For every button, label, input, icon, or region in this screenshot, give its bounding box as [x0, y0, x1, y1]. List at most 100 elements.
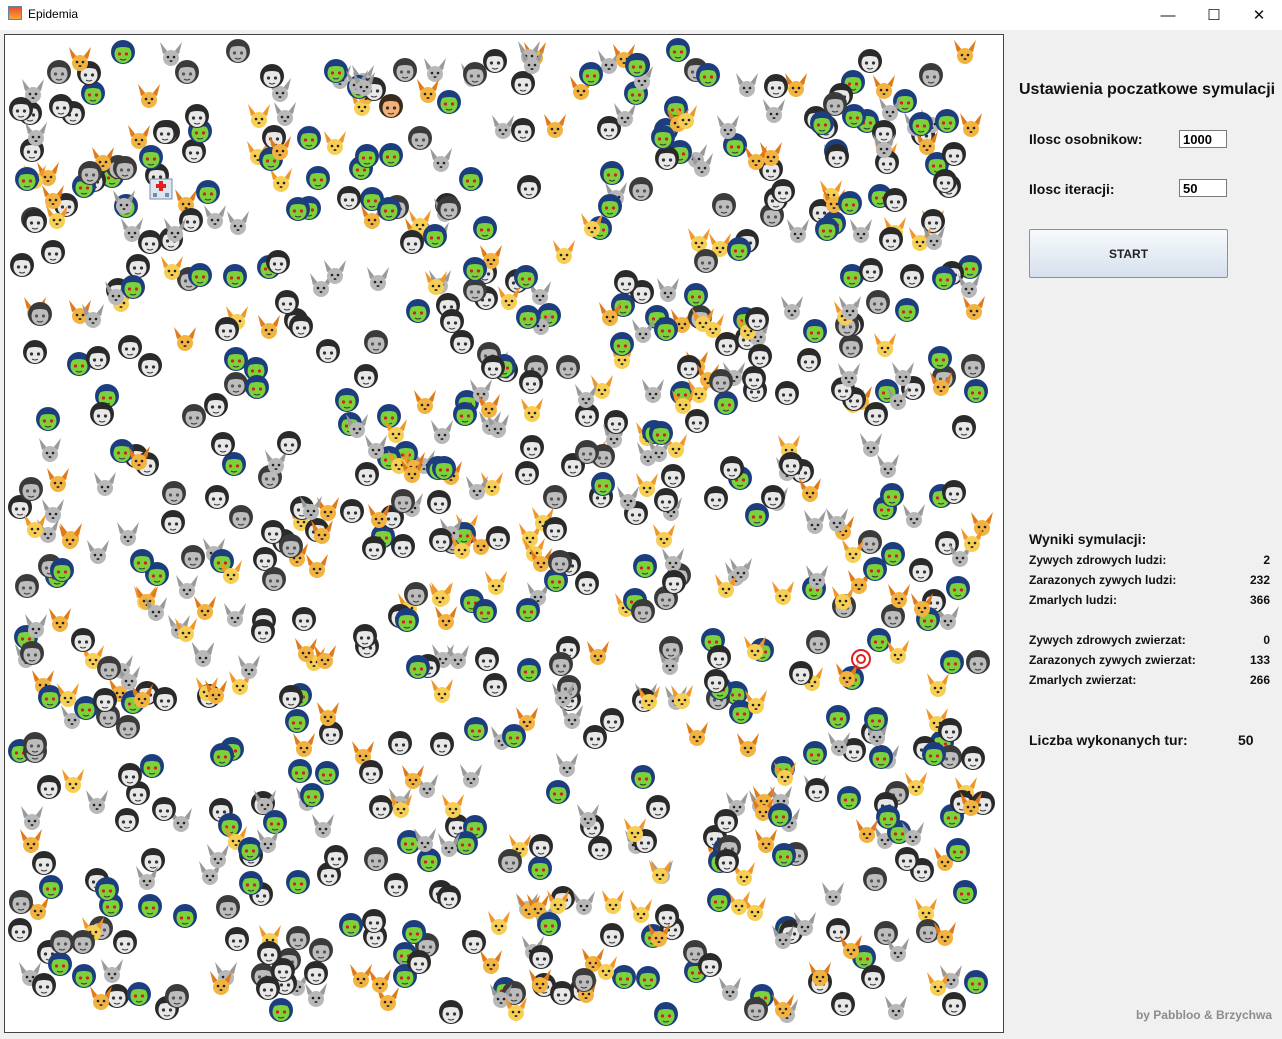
dead-animal-icon — [760, 97, 788, 125]
healthy-person-icon — [382, 870, 410, 898]
dead-animal-icon — [489, 113, 517, 141]
healthy-person-icon — [702, 666, 730, 694]
infected-person-icon — [631, 551, 659, 579]
healthy-person-icon — [527, 942, 555, 970]
dead-person-icon — [692, 246, 720, 274]
dead-animal-icon — [553, 751, 581, 779]
infected-person-icon — [243, 372, 271, 400]
infected-animal-icon — [44, 466, 72, 494]
infected-animal-icon — [584, 639, 612, 667]
infected-person-icon — [136, 891, 164, 919]
minimize-button[interactable]: — — [1145, 0, 1191, 30]
healthy-person-icon — [857, 255, 885, 283]
healthy-animal-icon — [712, 572, 740, 600]
infected-person-icon — [862, 704, 890, 732]
infected-person-icon — [186, 260, 214, 288]
maximize-button[interactable]: ☐ — [1191, 0, 1237, 30]
healthy-person-icon — [718, 453, 746, 481]
hospital-icon — [147, 173, 175, 201]
close-button[interactable]: ✕ — [1236, 0, 1282, 30]
infected-animal-icon — [782, 71, 810, 99]
dead-animal-icon — [847, 217, 875, 245]
dead-animal-icon — [572, 382, 600, 410]
healthy-animal-icon — [741, 634, 769, 662]
infected-animal-icon — [837, 933, 865, 961]
dead-person-icon — [180, 401, 208, 429]
dead-animal-icon — [201, 203, 229, 231]
infected-person-icon — [471, 596, 499, 624]
healthy-animal-icon — [518, 396, 546, 424]
infected-person-icon — [861, 554, 889, 582]
infected-person-icon — [222, 344, 250, 372]
infected-person-icon — [377, 140, 405, 168]
healthy-person-icon — [183, 101, 211, 129]
dead-animal-icon — [321, 258, 349, 286]
dead-animal-icon — [688, 151, 716, 179]
dead-animal-icon — [791, 910, 819, 938]
dead-person-icon — [917, 60, 945, 88]
infected-person-icon — [283, 706, 311, 734]
healthy-person-icon — [338, 496, 366, 524]
turns-value: 50 — [1238, 732, 1254, 748]
dead-animal-icon — [457, 762, 485, 790]
infected-person-icon — [221, 261, 249, 289]
dead-animal-icon — [611, 101, 639, 129]
dead-person-icon — [163, 981, 191, 1009]
infected-person-icon — [400, 917, 428, 945]
dead-animal-icon — [549, 681, 577, 709]
iterations-field[interactable] — [1179, 179, 1227, 197]
dead-animal-icon — [254, 827, 282, 855]
dead-animal-icon — [98, 957, 126, 985]
dead-animal-icon — [22, 120, 50, 148]
healthy-person-icon — [598, 705, 626, 733]
healthy-animal-icon — [599, 888, 627, 916]
infected-person-icon — [652, 314, 680, 342]
infected-person-icon — [435, 87, 463, 115]
start-button[interactable]: START — [1029, 229, 1228, 278]
infected-animal-icon — [255, 313, 283, 341]
healthy-person-icon — [437, 997, 465, 1025]
healthy-person-icon — [527, 831, 555, 859]
healthy-animal-icon — [689, 306, 717, 334]
infected-person-icon — [295, 123, 323, 151]
healthy-animal-icon — [217, 558, 245, 586]
dead-person-icon — [214, 892, 242, 920]
dead-animal-icon — [221, 601, 249, 629]
dead-person-icon — [496, 846, 524, 874]
dead-animal-icon — [83, 788, 111, 816]
infected-animal-icon — [645, 921, 673, 949]
healthy-person-icon — [950, 412, 978, 440]
dead-person-icon — [546, 547, 574, 575]
healthy-person-icon — [425, 487, 453, 515]
infected-person-icon — [298, 780, 326, 808]
infected-animal-icon — [411, 388, 439, 416]
healthy-animal-icon — [387, 792, 415, 820]
infected-person-icon — [93, 874, 121, 902]
healthy-person-icon — [150, 794, 178, 822]
settings-title: Ustawienia poczatkowe symulacji — [1019, 81, 1276, 98]
infected-animal-icon — [931, 920, 959, 948]
healthy-person-icon — [389, 531, 417, 559]
healthy-animals-value: 0 — [1263, 633, 1270, 647]
infected-animal-icon — [960, 294, 988, 322]
healthy-person-icon — [598, 920, 626, 948]
dead-person-icon — [76, 158, 104, 186]
healthy-person-icon — [203, 482, 231, 510]
dead-animal-icon — [825, 730, 853, 758]
dead-animal-icon — [882, 994, 910, 1022]
healthy-animal-icon — [172, 616, 200, 644]
dead-person-icon — [260, 564, 288, 592]
infected-animal-icon — [957, 111, 985, 139]
healthy-animal-icon — [829, 584, 857, 612]
healthy-person-icon — [314, 336, 342, 364]
infected-animal-icon — [39, 183, 67, 211]
healthy-person-icon — [435, 882, 463, 910]
population-field[interactable] — [1179, 130, 1227, 148]
infected-person-icon — [930, 263, 958, 291]
dead-person-icon — [284, 923, 312, 951]
healthy-animal-icon — [59, 767, 87, 795]
healthy-person-icon — [21, 337, 49, 365]
infected-person-icon — [13, 164, 41, 192]
infected-person-icon — [951, 877, 979, 905]
dead-person-icon — [114, 712, 142, 740]
